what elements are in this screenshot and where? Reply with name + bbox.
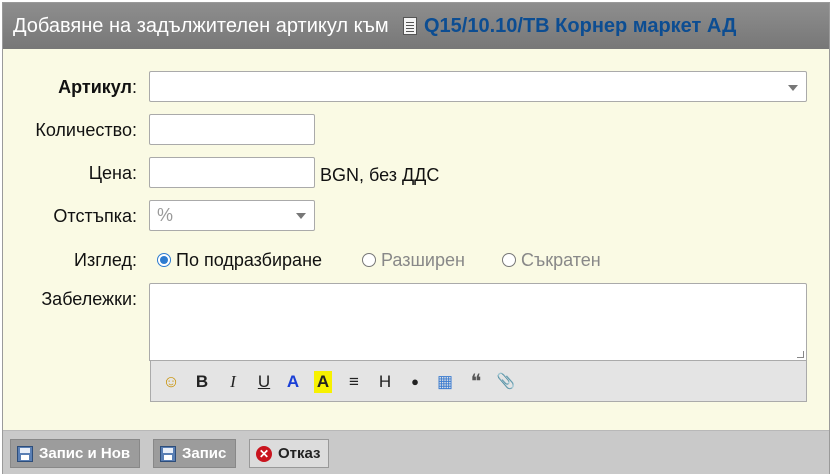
chevron-down-icon	[296, 213, 306, 219]
dialog-titlebar: Добавяне на задължителен артикул към Q15…	[3, 3, 829, 49]
discount-placeholder: %	[157, 205, 174, 225]
notes-label: Забележки:	[41, 289, 137, 309]
radio-button-icon	[157, 253, 171, 267]
dialog-title: Добавяне на задължителен артикул към	[13, 15, 389, 37]
discount-select[interactable]: %	[149, 200, 315, 231]
dialog-footer: Запис и Нов Запис ✕ Отказ	[3, 430, 829, 474]
attach-icon[interactable]: 📎	[494, 371, 518, 393]
highlight-button[interactable]: A	[314, 371, 332, 393]
quantity-field[interactable]	[149, 114, 315, 145]
quote-icon[interactable]: ❝	[464, 371, 488, 393]
underline-button[interactable]: U	[252, 371, 276, 393]
order-link[interactable]: Q15/10.10/TB Корнер маркет АД	[424, 3, 736, 49]
quantity-label: Количество:	[35, 120, 137, 140]
bold-button[interactable]: B	[190, 371, 214, 393]
save-button[interactable]: Запис	[153, 439, 236, 468]
table-icon[interactable]: ▦	[433, 371, 457, 393]
dialog: Добавяне на задължителен артикул към Q15…	[2, 2, 830, 474]
chevron-down-icon	[788, 85, 798, 91]
price-field[interactable]	[149, 157, 315, 188]
discount-label: Отстъпка:	[53, 206, 137, 226]
close-icon: ✕	[256, 446, 272, 462]
bullet-button[interactable]: ●	[403, 371, 427, 393]
italic-button[interactable]: I	[221, 371, 245, 393]
notes-textarea[interactable]	[149, 283, 807, 361]
heading-button[interactable]: H	[373, 371, 397, 393]
article-label: Артикул:	[58, 77, 137, 97]
price-label: Цена:	[88, 163, 137, 183]
cancel-button[interactable]: ✕ Отказ	[249, 439, 329, 468]
document-icon	[403, 17, 417, 35]
smiley-icon[interactable]: ☺	[159, 371, 183, 393]
save-and-new-button[interactable]: Запис и Нов	[10, 439, 140, 468]
floppy-disk-icon	[17, 446, 33, 462]
radio-button-icon	[502, 253, 516, 267]
resize-handle[interactable]	[797, 351, 804, 358]
radio-button-icon	[362, 253, 376, 267]
article-select[interactable]	[149, 71, 807, 102]
font-color-button[interactable]: A	[281, 371, 305, 393]
editor-toolbar: ☺ B I U A A ≡ H ● ▦ ❝ 📎	[150, 361, 807, 402]
price-suffix: BGN, без ДДС	[320, 165, 440, 185]
view-label: Изглед:	[74, 250, 137, 270]
align-icon[interactable]: ≡	[342, 371, 366, 393]
floppy-disk-icon	[160, 446, 176, 462]
